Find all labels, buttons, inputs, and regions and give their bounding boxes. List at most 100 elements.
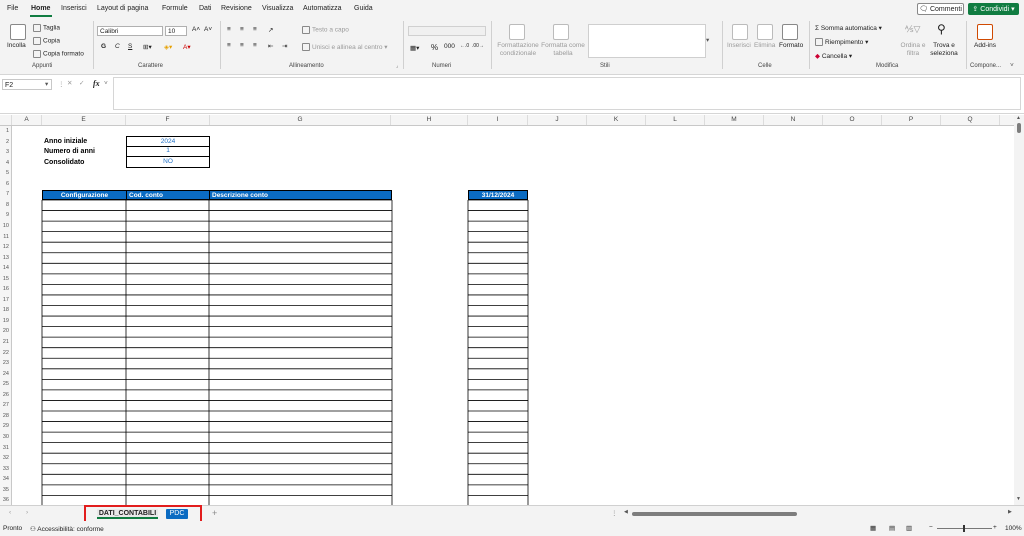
column-header[interactable]: J <box>528 115 587 125</box>
tab-splitter-icon[interactable]: ⋮ <box>611 509 618 517</box>
gallery-more-icon[interactable]: ▾ <box>706 36 709 44</box>
scroll-right-icon[interactable]: ▶ <box>1008 509 1012 515</box>
addins-button[interactable]: Add-ins <box>974 42 996 49</box>
bold-icon[interactable]: G <box>101 43 106 50</box>
font-size-dropdown[interactable]: 10 <box>165 26 187 36</box>
row-header[interactable]: 15 <box>0 274 11 285</box>
normal-view-icon[interactable]: ▦ <box>870 524 876 532</box>
row-header[interactable]: 11 <box>0 232 11 243</box>
tab-layout[interactable]: Layout di pagina <box>97 5 148 12</box>
row-header[interactable]: 35 <box>0 485 11 496</box>
add-sheet-icon[interactable]: + <box>212 508 217 518</box>
search-icon[interactable]: ⚲ <box>937 22 946 36</box>
align-center-icon[interactable]: ≡ <box>240 42 244 49</box>
row-header[interactable]: 1 <box>0 126 11 137</box>
enter-icon[interactable]: ✓ <box>79 79 84 87</box>
addins-icon[interactable] <box>977 24 993 40</box>
zoom-out-icon[interactable]: − <box>929 524 933 531</box>
tab-file[interactable]: File <box>7 5 18 12</box>
row-header[interactable]: 24 <box>0 369 11 380</box>
insert-cells-icon[interactable] <box>732 24 748 40</box>
row-header[interactable]: 12 <box>0 242 11 253</box>
fill-color-icon[interactable]: ◈▾ <box>164 43 172 51</box>
font-color-icon[interactable]: A▾ <box>183 43 191 51</box>
increase-decimal-icon[interactable]: ←.0 <box>460 43 469 49</box>
scroll-down-icon[interactable]: ▼ <box>1016 496 1021 502</box>
column-header[interactable]: G <box>210 115 391 125</box>
row-header[interactable]: 32 <box>0 453 11 464</box>
worksheet-grid[interactable]: Anno iniziale 2024 Numero di anni 1 Cons… <box>12 126 1014 505</box>
row-header[interactable]: 36 <box>0 495 11 505</box>
align-right-icon[interactable]: ≡ <box>253 42 257 49</box>
comma-style-icon[interactable]: 000 <box>444 43 455 50</box>
tab-formule[interactable]: Formule <box>162 5 188 12</box>
format-as-table-button[interactable]: Formatta come tabella <box>541 42 585 58</box>
font-name-dropdown[interactable]: Calibri <box>97 26 163 36</box>
column-header[interactable]: E <box>42 115 126 125</box>
row-header[interactable]: 19 <box>0 316 11 327</box>
vertical-scroll-thumb[interactable] <box>1017 123 1021 133</box>
find-select-button[interactable]: Trova e seleziona <box>927 42 961 58</box>
borders-icon[interactable]: ⊞▾ <box>143 43 152 51</box>
zoom-slider-thumb[interactable] <box>963 525 965 532</box>
align-bottom-icon[interactable]: ≡ <box>253 26 257 33</box>
orientation-icon[interactable]: ↗ <box>268 26 273 34</box>
format-cells-button[interactable]: Formato <box>779 42 803 49</box>
row-header[interactable]: 31 <box>0 443 11 454</box>
insert-function-button[interactable]: fx <box>93 79 100 88</box>
column-header[interactable]: M <box>705 115 764 125</box>
column-header[interactable]: H <box>391 115 468 125</box>
row-header[interactable]: 18 <box>0 305 11 316</box>
delete-cells-icon[interactable] <box>757 24 773 40</box>
row-header[interactable]: 21 <box>0 337 11 348</box>
row-header[interactable]: 9 <box>0 210 11 221</box>
row-header[interactable]: 10 <box>0 221 11 232</box>
percent-icon[interactable]: % <box>431 43 438 52</box>
tab-revisione[interactable]: Revisione <box>221 5 252 12</box>
row-header[interactable]: 23 <box>0 358 11 369</box>
tab-visualizza[interactable]: Visualizza <box>262 5 293 12</box>
row-header[interactable]: 25 <box>0 379 11 390</box>
increase-indent-icon[interactable]: ⇥ <box>282 42 287 50</box>
row-header[interactable]: 14 <box>0 263 11 274</box>
row-header[interactable]: 16 <box>0 284 11 295</box>
tab-dati[interactable]: Dati <box>199 5 211 12</box>
format-as-table-icon[interactable] <box>553 24 569 40</box>
decrease-indent-icon[interactable]: ⇤ <box>268 42 273 50</box>
copy-button[interactable]: Copia <box>33 37 60 45</box>
tab-automatizza[interactable]: Automatizza <box>303 5 342 12</box>
clear-button[interactable]: ◆ Cancella ▾ <box>815 52 852 60</box>
autosum-button[interactable]: Σ Somma automatica ▾ <box>815 24 882 32</box>
page-break-icon[interactable]: ▥ <box>906 524 912 532</box>
cancel-icon[interactable]: ✕ <box>67 79 72 87</box>
conditional-formatting-icon[interactable] <box>509 24 525 40</box>
row-header[interactable]: 22 <box>0 348 11 359</box>
more-options-icon[interactable]: ⋮ <box>58 80 65 88</box>
formula-input[interactable] <box>113 77 1021 110</box>
cut-button[interactable]: Taglia <box>33 24 60 32</box>
select-all-corner[interactable] <box>0 115 12 125</box>
align-left-icon[interactable]: ≡ <box>227 42 231 49</box>
column-header[interactable]: F <box>126 115 210 125</box>
name-box-dropdown-icon[interactable]: ▾ <box>45 80 48 88</box>
paste-icon[interactable] <box>10 24 26 40</box>
column-header[interactable]: O <box>823 115 882 125</box>
scroll-left-icon[interactable]: ◀ <box>624 509 628 515</box>
accessibility-status[interactable]: ⚇ Accessibilità: conforme <box>30 525 104 533</box>
zoom-level[interactable]: 100% <box>1005 525 1022 532</box>
row-header[interactable]: 27 <box>0 400 11 411</box>
row-header[interactable]: 7 <box>0 189 11 200</box>
column-header[interactable]: I <box>468 115 528 125</box>
row-header[interactable]: 6 <box>0 179 11 190</box>
conditional-formatting-button[interactable]: Formattazione condizionale <box>496 42 540 58</box>
column-header[interactable]: K <box>587 115 646 125</box>
tab-guida[interactable]: Guida <box>354 5 373 12</box>
row-header[interactable]: 33 <box>0 464 11 475</box>
grow-font-icon[interactable]: A˄ <box>192 26 200 33</box>
comments-button[interactable]: 🗨 Commenti <box>917 3 964 15</box>
shrink-font-icon[interactable]: A˅ <box>204 26 212 33</box>
fill-button[interactable]: Riempimento ▾ <box>815 38 868 47</box>
row-header[interactable]: 30 <box>0 432 11 443</box>
zoom-in-icon[interactable]: + <box>993 524 997 531</box>
format-cells-icon[interactable] <box>782 24 798 40</box>
